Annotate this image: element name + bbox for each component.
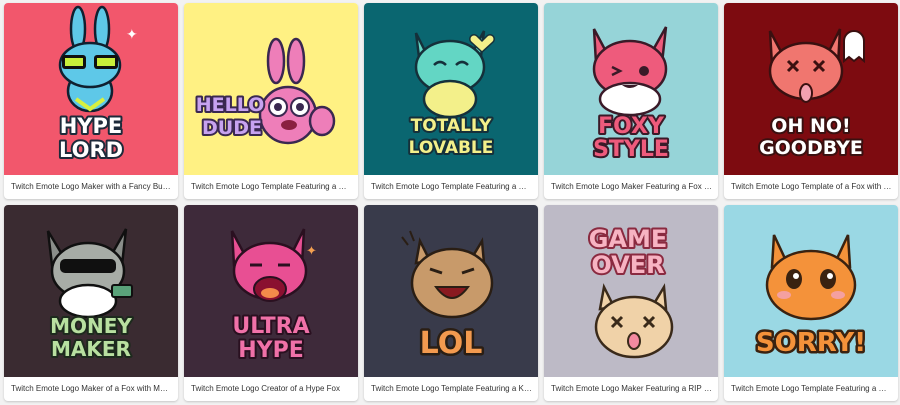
template-card[interactable]: GAME OVER Twitch Emote Logo Maker Featur… (544, 205, 718, 401)
card-title[interactable]: Twitch Emote Logo Template Featuring a K… (371, 383, 532, 395)
template-card[interactable]: FOXY STYLE Twitch Emote Logo Maker Featu… (544, 3, 718, 199)
thumbnail-image[interactable]: ✦ ULTRA HYPE (184, 205, 358, 377)
thumbnail-image[interactable]: LOL (364, 205, 538, 377)
thumbnail-image[interactable]: OH NO! GOODBYE (724, 3, 898, 175)
template-card[interactable]: SORRY! Twitch Emote Logo Template Featur… (724, 205, 898, 401)
logo-line-1: SORRY! (756, 328, 866, 358)
thumbnail-image[interactable]: ✦ HYPE LORD (4, 3, 178, 175)
template-card[interactable]: ✦ HYPE LORD Twitch Emote Logo Maker with… (4, 3, 178, 199)
card-title[interactable]: Twitch Emote Logo Creator of a Hype Fox (191, 383, 352, 395)
card-title[interactable]: Twitch Emote Logo Template Featuring a R… (731, 383, 892, 395)
template-card[interactable]: TOTALLY LOVABLE Twitch Emote Logo Templa… (364, 3, 538, 199)
logo-line-2: MAKER (51, 337, 131, 361)
logo-line-2: LOVABLE (409, 138, 494, 158)
card-title[interactable]: Twitch Emote Logo Maker of a Fox with Mo… (11, 383, 172, 395)
logo-line-2: LORD (59, 138, 123, 162)
logo-line-1: LOL (420, 326, 483, 361)
svg-text:✦: ✦ (126, 26, 138, 42)
card-title[interactable]: Twitch Emote Logo Template Featuring a C… (371, 181, 532, 193)
template-card[interactable]: OH NO! GOODBYE Twitch Emote Logo Templat… (724, 3, 898, 199)
logo-line-2: STYLE (593, 137, 669, 162)
card-title[interactable]: Twitch Emote Logo Template of a Fox with… (731, 181, 892, 193)
thumbnail-image[interactable]: SORRY! (724, 205, 898, 377)
template-card[interactable]: LOL Twitch Emote Logo Template Featuring… (364, 205, 538, 401)
svg-text:✦: ✦ (306, 243, 317, 258)
logo-line-1: ULTRA (232, 314, 309, 339)
logo-line-2: HYPE (238, 338, 304, 363)
template-card[interactable]: HELLO DUDE Twitch Emote Logo Template Fe… (184, 3, 358, 199)
template-card[interactable]: ✦ ULTRA HYPE Twitch Emote Logo Creator o… (184, 205, 358, 401)
logo-line-1: OH NO! (771, 115, 850, 137)
card-title[interactable]: Twitch Emote Logo Maker Featuring a Fox … (551, 181, 712, 193)
logo-line-2: DUDE (202, 117, 262, 139)
logo-line-1: MONEY (50, 314, 132, 338)
template-grid: ✦ HYPE LORD Twitch Emote Logo Maker with… (0, 0, 900, 405)
logo-line-1: TOTALLY (411, 116, 492, 136)
logo-line-1: HELLO (196, 94, 265, 116)
thumbnail-image[interactable]: GAME OVER (544, 205, 718, 377)
thumbnail-image[interactable]: FOXY STYLE (544, 3, 718, 175)
thumbnail-image[interactable]: TOTALLY LOVABLE (364, 3, 538, 175)
rip-kitty-emote-icon (594, 283, 674, 359)
card-title[interactable]: Twitch Emote Logo Maker Featuring a RIP … (551, 383, 712, 395)
logo-line-1: HYPE (60, 114, 123, 138)
thumbnail-image[interactable]: MONEY MAKER (4, 205, 178, 377)
logo-line-1: FOXY (598, 114, 665, 139)
template-card[interactable]: MONEY MAKER Twitch Emote Logo Maker of a… (4, 205, 178, 401)
card-title[interactable]: Twitch Emote Logo Template Featuring a H… (191, 181, 352, 193)
logo-line-2: GOODBYE (759, 137, 863, 159)
logo-line-1: GAME (589, 225, 668, 253)
thumbnail-image[interactable]: HELLO DUDE (184, 3, 358, 175)
logo-line-2: OVER (591, 251, 664, 279)
card-title[interactable]: Twitch Emote Logo Maker with a Fancy Bun… (11, 181, 172, 193)
